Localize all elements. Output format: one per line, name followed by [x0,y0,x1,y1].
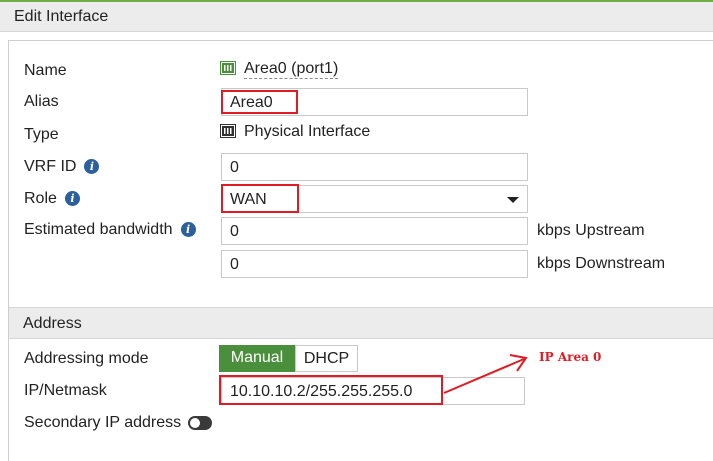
role-label-text: Role [24,190,57,207]
port-icon [220,61,236,75]
type-label: Type [24,126,59,143]
upstream-bandwidth-input[interactable]: 0 [221,217,528,245]
vrf-id-label: VRF ID i [24,158,100,176]
annotation-arrow [443,354,528,394]
type-value: Physical Interface [244,123,371,140]
address-section-header: Address [9,307,713,339]
info-icon[interactable]: i [84,159,100,174]
ip-netmask-label: IP/Netmask [24,382,107,399]
estimated-bandwidth-label-text: Estimated bandwidth [24,221,173,238]
vrf-id-value: 0 [230,159,239,176]
info-icon[interactable]: i [64,191,80,206]
chevron-down-icon [507,197,519,203]
vrf-id-label-text: VRF ID [24,158,77,175]
ip-highlight-box [219,375,443,405]
interface-name-link[interactable]: Area0 (port1) [244,60,339,79]
page-title: Edit Interface [14,8,109,25]
secondary-ip-toggle[interactable] [188,416,212,430]
downstream-bandwidth-value: 0 [230,256,239,273]
addressing-mode-manual-button[interactable]: Manual [219,345,295,372]
estimated-bandwidth-label: Estimated bandwidth i [24,221,196,239]
info-icon[interactable]: i [180,222,196,237]
addressing-mode-label: Addressing mode [24,350,149,367]
alias-label: Alias [24,93,59,110]
physical-interface-icon [220,124,236,138]
role-label: Role i [24,190,80,208]
addressing-mode-dhcp-button[interactable]: DHCP [295,345,358,372]
downstream-bandwidth-input[interactable]: 0 [221,250,528,278]
vrf-id-input[interactable]: 0 [221,153,528,181]
name-label: Name [24,62,67,79]
alias-highlight-box [221,90,298,114]
upstream-bandwidth-value: 0 [230,223,239,240]
dialog-header: Edit Interface [0,2,713,32]
secondary-ip-label: Secondary IP address [24,414,182,431]
role-highlight-box [221,184,299,213]
downstream-unit-label: kbps Downstream [537,255,666,272]
section-title: Address [23,315,82,332]
upstream-unit-label: kbps Upstream [537,222,645,239]
ip-area-annotation: IP Area 0 [539,350,602,364]
